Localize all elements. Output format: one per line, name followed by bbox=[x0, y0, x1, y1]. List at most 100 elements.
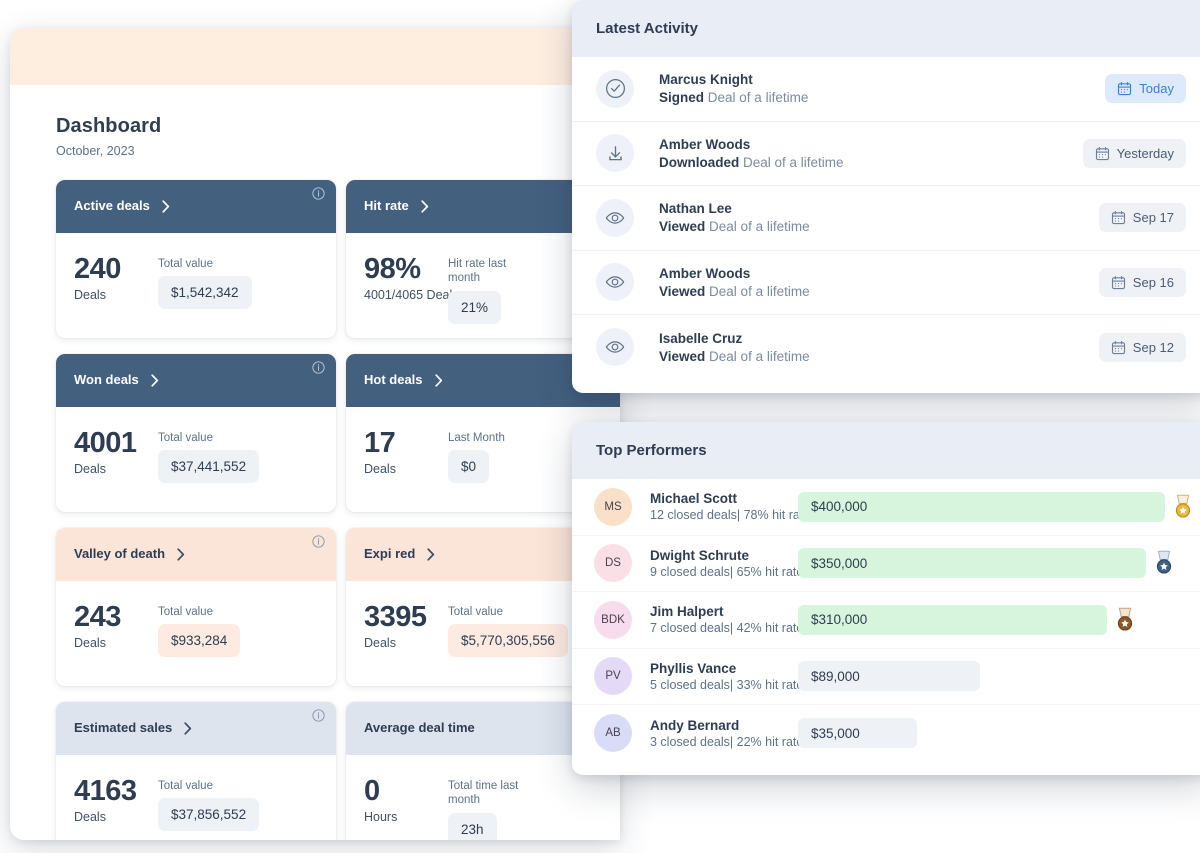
activity-row[interactable]: Marcus Knight Signed Deal of a lifetime To… bbox=[572, 57, 1200, 122]
chevron-right-icon[interactable] bbox=[427, 548, 435, 561]
activity-description: Signed Deal of a lifetime bbox=[659, 90, 1105, 105]
kpi-side-value: $37,441,552 bbox=[158, 450, 260, 484]
activity-object: Deal of a lifetime bbox=[707, 90, 809, 106]
activity-row[interactable]: Amber Woods Downloaded Deal of a lifetime… bbox=[572, 122, 1200, 186]
performer-meta: 9 closed deals| 65% hit rate bbox=[650, 564, 804, 579]
kpi-unit: Deals bbox=[74, 287, 106, 302]
kpi-card-body: 4001 Deals Total value $37,441,552 bbox=[56, 407, 336, 484]
kpi-card-title: Hit rate bbox=[364, 198, 409, 214]
kpi-card: Valley of death 243 Deals Total value $933,2… bbox=[56, 528, 336, 686]
info-icon[interactable] bbox=[312, 361, 325, 374]
gold-medal-icon bbox=[1172, 494, 1194, 520]
activity-text: Isabelle Cruz Viewed Deal of a lifetime bbox=[659, 331, 1099, 364]
activity-text: Marcus Knight Signed Deal of a lifetime bbox=[659, 72, 1105, 105]
kpi-card-header[interactable]: Valley of death bbox=[56, 528, 336, 581]
eye-icon bbox=[596, 263, 634, 302]
activity-text: Nathan Lee Viewed Deal of a lifetime bbox=[659, 201, 1099, 234]
activity-date-badge[interactable]: Yesterday bbox=[1082, 138, 1186, 168]
performer-amount-bar: $89,000 bbox=[798, 661, 981, 692]
chevron-right-icon[interactable] bbox=[151, 374, 159, 387]
kpi-card-header[interactable]: Won deals bbox=[56, 354, 336, 407]
chevron-right-icon[interactable] bbox=[162, 200, 170, 213]
activity-row[interactable]: Isabelle Cruz Viewed Deal of a lifetime Se… bbox=[572, 315, 1200, 380]
chevron-right-icon[interactable] bbox=[434, 374, 443, 387]
activity-date-label: Sep 12 bbox=[1132, 339, 1174, 355]
kpi-card-title: Hot deals bbox=[364, 372, 423, 388]
latest-activity-panel: Latest Activity Marcus Knight Signed Deal… bbox=[572, 0, 1200, 393]
performer-row[interactable]: DS Dwight Schrute 9 closed deals| 65% hit … bbox=[572, 536, 1200, 592]
kpi-side-label: Total value bbox=[158, 432, 213, 444]
performer-bar-wrap: $400,000 bbox=[798, 491, 1194, 522]
kpi-card-header[interactable]: Active deals bbox=[56, 180, 336, 233]
kpi-unit: Deals bbox=[74, 635, 106, 650]
activity-action: Viewed bbox=[659, 348, 706, 364]
activity-row[interactable]: Amber Woods Viewed Deal of a lifetime Sep … bbox=[572, 251, 1200, 315]
performer-name: Phyllis Vance bbox=[650, 660, 737, 676]
info-icon[interactable] bbox=[312, 709, 325, 722]
activity-date-badge[interactable]: Today bbox=[1105, 74, 1186, 104]
activity-user-name: Amber Woods bbox=[659, 136, 751, 152]
eye-icon bbox=[596, 328, 634, 367]
activity-action: Viewed bbox=[659, 219, 706, 235]
kpi-side-block: Total value $1,542,342 bbox=[158, 255, 252, 310]
kpi-unit: Deals bbox=[364, 635, 396, 650]
kpi-card: Won deals 4001 Deals Total value $37,441,552 bbox=[56, 354, 336, 512]
performer-row[interactable]: AB Andy Bernard 3 closed deals| 22% hit ra… bbox=[572, 705, 1200, 762]
activity-text: Amber Woods Viewed Deal of a lifetime bbox=[659, 266, 1099, 299]
performer-amount-bar: $400,000 bbox=[798, 491, 1165, 522]
avatar: DS bbox=[594, 544, 632, 583]
kpi-side-label: Total value bbox=[158, 258, 213, 270]
kpi-number-block: 17 Deals bbox=[364, 428, 448, 475]
info-icon[interactable] bbox=[312, 535, 325, 548]
activity-description: Viewed Deal of a lifetime bbox=[659, 284, 1099, 299]
activity-date-label: Sep 17 bbox=[1132, 210, 1174, 226]
kpi-side-value: $0 bbox=[448, 450, 490, 484]
activity-description: Viewed Deal of a lifetime bbox=[659, 349, 1099, 364]
calendar-icon bbox=[1117, 81, 1132, 96]
activity-row[interactable]: Nathan Lee Viewed Deal of a lifetime Sep 1… bbox=[572, 186, 1200, 251]
performer-amount: $89,000 bbox=[811, 668, 860, 684]
performer-bar-wrap: $35,000 bbox=[798, 718, 1194, 749]
kpi-unit: Deals bbox=[74, 461, 106, 476]
kpi-value: 3395 bbox=[364, 601, 427, 633]
calendar-icon bbox=[1111, 340, 1126, 355]
kpi-card-title: Won deals bbox=[74, 372, 139, 388]
activity-date-badge[interactable]: Sep 17 bbox=[1098, 203, 1186, 233]
kpi-value: 98% bbox=[364, 253, 421, 285]
kpi-card-title: Valley of death bbox=[74, 546, 166, 562]
chevron-right-icon[interactable] bbox=[421, 200, 429, 213]
kpi-value: 0 bbox=[364, 775, 380, 807]
kpi-side-block: Hit rate last month 21% bbox=[448, 255, 534, 324]
bronze-medal-icon bbox=[1114, 607, 1136, 633]
activity-object: Deal of a lifetime bbox=[709, 219, 810, 235]
performer-row[interactable]: BDK Jim Halpert 7 closed deals| 42% hit ra… bbox=[572, 592, 1200, 649]
kpi-card-grid: Active deals 240 Deals Total value $1,542,34… bbox=[56, 180, 620, 840]
performer-text: Phyllis Vance 5 closed deals| 33% hit rat… bbox=[650, 660, 803, 692]
top-performers-panel: Top Performers MS Michael Scott 12 closed … bbox=[572, 422, 1200, 775]
kpi-unit: Deals bbox=[74, 809, 106, 824]
kpi-card-header[interactable]: Estimated sales bbox=[56, 702, 336, 755]
activity-object: Deal of a lifetime bbox=[709, 283, 810, 299]
kpi-number-block: 243 Deals bbox=[74, 602, 158, 650]
performer-row[interactable]: MS Michael Scott 12 closed deals| 78% hit … bbox=[572, 479, 1200, 536]
kpi-side-label: Hit rate last month bbox=[448, 258, 507, 285]
kpi-card-body: 243 Deals Total value $933,284 bbox=[56, 581, 336, 658]
performer-amount-bar: $350,000 bbox=[798, 548, 1147, 579]
performer-bar-wrap: $350,000 bbox=[798, 548, 1194, 579]
kpi-side-value: 21% bbox=[448, 290, 502, 324]
activity-user-name: Nathan Lee bbox=[659, 201, 732, 217]
chevron-right-icon[interactable] bbox=[184, 722, 192, 735]
performer-amount: $400,000 bbox=[811, 499, 868, 515]
activity-date-badge[interactable]: Sep 16 bbox=[1098, 267, 1186, 297]
activity-date-badge[interactable]: Sep 12 bbox=[1098, 332, 1186, 362]
info-icon[interactable] bbox=[312, 187, 325, 200]
kpi-side-block: Total value $933,284 bbox=[158, 603, 241, 658]
page-subtitle: October, 2023 bbox=[56, 144, 135, 158]
activity-date-label: Today bbox=[1139, 81, 1174, 97]
activity-action: Signed bbox=[659, 90, 705, 106]
avatar: AB bbox=[594, 714, 632, 753]
latest-activity-title: Latest Activity bbox=[572, 0, 1200, 57]
performer-name: Andy Bernard bbox=[650, 717, 740, 733]
chevron-right-icon[interactable] bbox=[177, 548, 185, 561]
performer-row[interactable]: PV Phyllis Vance 5 closed deals| 33% hit r… bbox=[572, 649, 1200, 705]
